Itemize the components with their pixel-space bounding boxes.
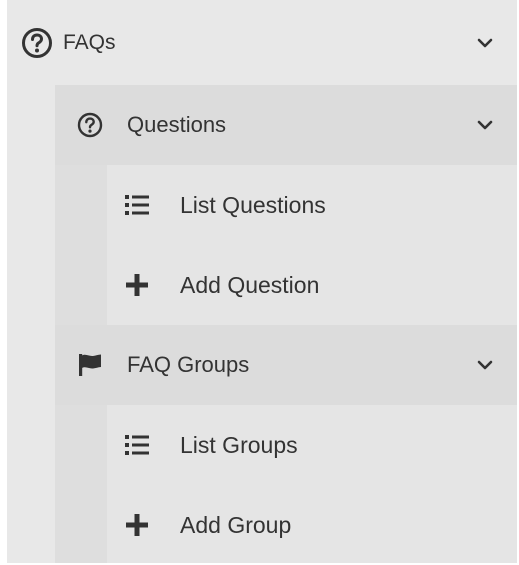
menu-item-faq-groups-label: FAQ Groups: [127, 352, 250, 377]
plus-icon: [125, 513, 149, 537]
menu-item-add-group-label: Add Group: [180, 511, 292, 538]
menu-item-faqs-label: FAQs: [63, 30, 116, 54]
list-icon: [125, 193, 149, 217]
chevron-down-icon[interactable]: [477, 38, 493, 48]
list-icon: [125, 433, 149, 457]
question-circle-icon: [21, 27, 53, 59]
menu-item-list-questions[interactable]: List Questions: [107, 165, 517, 245]
menu-item-add-question-label: Add Question: [180, 271, 320, 298]
menu-item-faqs[interactable]: FAQs: [7, 0, 517, 85]
groups-submenu: List Groups Add Group: [107, 405, 517, 563]
menu-item-questions-label: Questions: [127, 112, 227, 137]
menu-item-list-groups[interactable]: List Groups: [107, 405, 517, 485]
menu-item-questions[interactable]: Questions: [55, 85, 517, 165]
faq-admin-menu: FAQs Questions List Questions Add Questi…: [7, 0, 517, 563]
menu-item-faq-groups[interactable]: FAQ Groups: [55, 325, 517, 405]
menu-item-list-groups-label: List Groups: [180, 431, 298, 458]
question-circle-icon: [77, 112, 103, 138]
menu-item-add-group[interactable]: Add Group: [107, 485, 517, 565]
chevron-down-icon[interactable]: [477, 120, 493, 130]
flag-icon: [77, 352, 103, 378]
plus-icon: [125, 273, 149, 297]
menu-item-list-questions-label: List Questions: [180, 191, 326, 218]
questions-submenu: List Questions Add Question: [107, 165, 517, 325]
menu-item-add-question[interactable]: Add Question: [107, 245, 517, 325]
faqs-submenu: Questions List Questions Add Question FA…: [55, 85, 517, 563]
chevron-down-icon[interactable]: [477, 360, 493, 370]
